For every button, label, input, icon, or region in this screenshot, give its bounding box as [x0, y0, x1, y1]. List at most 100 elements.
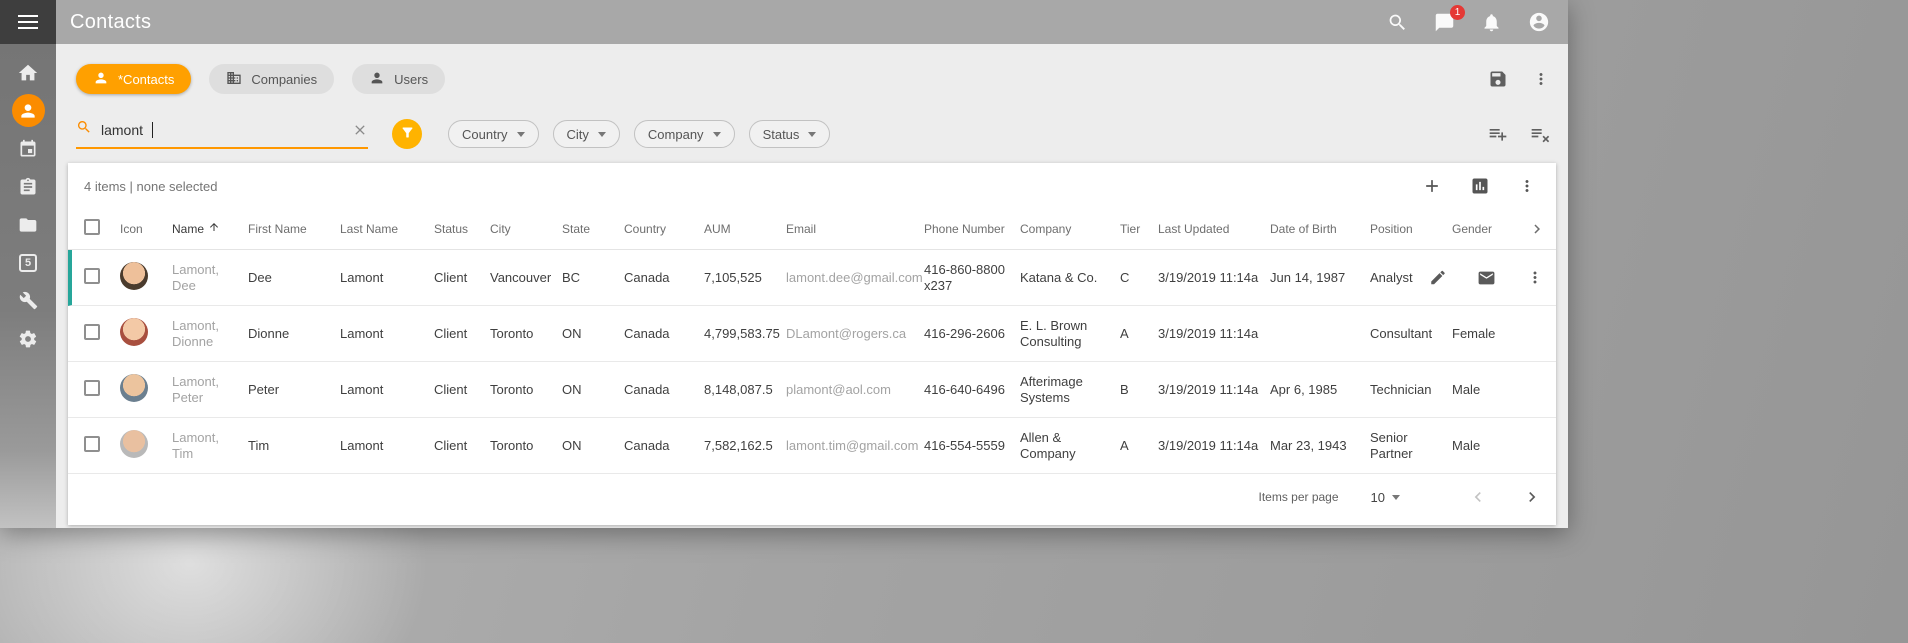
filter-button[interactable]	[392, 119, 422, 149]
filter-company-dropdown[interactable]: Company	[634, 120, 735, 148]
menu-icon[interactable]	[0, 0, 56, 44]
cell-state: ON	[562, 326, 624, 342]
col-header-position[interactable]: Position	[1370, 221, 1452, 237]
select-all-checkbox[interactable]	[84, 219, 100, 235]
contacts-icon[interactable]	[12, 94, 45, 127]
col-header-tier[interactable]: Tier	[1120, 221, 1158, 237]
col-header-last-name[interactable]: Last Name	[340, 221, 434, 237]
topbar-actions: 1	[1387, 11, 1568, 33]
cell-email: plamont@aol.com	[786, 382, 924, 398]
notifications-icon[interactable]	[1481, 12, 1502, 33]
table-row[interactable]: Lamont, Dee Dee Lamont Client Vancouver …	[68, 250, 1556, 306]
col-header-name[interactable]: Name	[172, 221, 248, 237]
cell-last-name: Lamont	[340, 438, 434, 454]
cell-phone: 416-640-6496	[924, 382, 1020, 398]
avatar	[120, 374, 148, 402]
calendar-icon[interactable]	[12, 132, 45, 165]
card-actions	[1422, 176, 1540, 196]
tasks-icon[interactable]	[12, 170, 45, 203]
filter-status-dropdown[interactable]: Status	[749, 120, 831, 148]
chevron-down-icon	[517, 132, 525, 137]
mail-icon[interactable]	[1477, 268, 1496, 287]
col-header-gender[interactable]: Gender	[1452, 221, 1516, 237]
chart-icon[interactable]	[1470, 176, 1490, 196]
chat-badge: 1	[1450, 5, 1465, 20]
chip-label: City	[567, 127, 589, 142]
cell-dob: Apr 6, 1985	[1270, 382, 1370, 398]
row-checkbox[interactable]	[84, 380, 100, 396]
cell-last-name: Lamont	[340, 382, 434, 398]
gear-icon[interactable]	[12, 322, 45, 355]
cell-email: lamont.dee@gmail.com	[786, 270, 924, 286]
col-header-phone[interactable]: Phone Number	[924, 221, 1020, 237]
cell-phone: 416-860-8800 x237	[924, 262, 1020, 294]
row-actions	[1429, 268, 1544, 287]
app-window: Contacts 1	[0, 0, 1568, 528]
search-input[interactable]: lamont	[76, 119, 368, 149]
table-row[interactable]: Lamont, Tim Tim Lamont Client Toronto ON…	[68, 418, 1556, 474]
home-icon[interactable]	[12, 56, 45, 89]
cell-name: Lamont, Dionne	[172, 318, 248, 350]
prev-page-icon[interactable]	[1468, 487, 1488, 507]
cell-phone: 416-296-2606	[924, 326, 1020, 342]
cell-aum: 7,582,162.5	[704, 438, 786, 454]
selection-summary: 4 items | none selected	[84, 179, 217, 194]
col-header-dob[interactable]: Date of Birth	[1270, 221, 1370, 237]
cell-company: E. L. Brown Consulting	[1020, 318, 1120, 350]
more-vert-icon[interactable]	[1532, 70, 1550, 88]
col-header-state[interactable]: State	[562, 221, 624, 237]
col-header-country[interactable]: Country	[624, 221, 704, 237]
table-row[interactable]: Lamont, Peter Peter Lamont Client Toront…	[68, 362, 1556, 418]
row-checkbox[interactable]	[84, 436, 100, 452]
add-icon[interactable]	[1422, 176, 1442, 196]
table-row[interactable]: Lamont, Dionne Dionne Lamont Client Toro…	[68, 306, 1556, 362]
page-size-select[interactable]: 10	[1365, 489, 1406, 506]
chevron-down-icon	[808, 132, 816, 137]
col-header-aum[interactable]: AUM	[704, 221, 786, 237]
chat-icon[interactable]: 1	[1434, 12, 1455, 33]
wrench-icon[interactable]	[12, 284, 45, 317]
playlist-add-icon[interactable]	[1488, 124, 1508, 144]
playlist-remove-icon[interactable]	[1530, 124, 1550, 144]
col-header-company[interactable]: Company	[1020, 221, 1120, 237]
five-icon[interactable]	[12, 246, 45, 279]
edit-icon[interactable]	[1429, 268, 1447, 287]
main-content: *Contacts Companies Users	[56, 44, 1568, 528]
cell-last-updated: 3/19/2019 11:14a	[1158, 270, 1270, 286]
cell-country: Canada	[624, 382, 704, 398]
cell-dob: Jun 14, 1987	[1270, 270, 1370, 286]
cell-city: Toronto	[490, 382, 562, 398]
col-header-last-updated[interactable]: Last Updated	[1158, 221, 1270, 237]
filter-row: lamont Country City	[56, 119, 1568, 149]
col-header-first-name[interactable]: First Name	[248, 221, 340, 237]
row-checkbox[interactable]	[84, 268, 100, 284]
cell-phone: 416-554-5559	[924, 438, 1020, 454]
col-header-city[interactable]: City	[490, 221, 562, 237]
next-page-icon[interactable]	[1522, 487, 1542, 507]
cell-tier: C	[1120, 270, 1158, 286]
folder-icon[interactable]	[12, 208, 45, 241]
chip-label: Company	[648, 127, 704, 142]
col-header-email[interactable]: Email	[786, 221, 924, 237]
more-vert-icon[interactable]	[1526, 268, 1544, 287]
tab-users[interactable]: Users	[352, 64, 445, 94]
cell-last-updated: 3/19/2019 11:14a	[1158, 326, 1270, 342]
clear-search-icon[interactable]	[352, 122, 368, 138]
tab-contacts[interactable]: *Contacts	[76, 64, 191, 94]
chip-label: Country	[462, 127, 508, 142]
save-icon[interactable]	[1488, 69, 1508, 89]
filter-city-dropdown[interactable]: City	[553, 120, 620, 148]
cell-last-updated: 3/19/2019 11:14a	[1158, 438, 1270, 454]
tab-companies[interactable]: Companies	[209, 64, 334, 94]
account-icon[interactable]	[1528, 11, 1550, 33]
filter-country-dropdown[interactable]: Country	[448, 120, 539, 148]
row-checkbox[interactable]	[84, 324, 100, 340]
col-header-status[interactable]: Status	[434, 221, 490, 237]
scroll-columns-right-icon[interactable]	[1528, 220, 1546, 238]
cell-country: Canada	[624, 326, 704, 342]
chevron-down-icon	[713, 132, 721, 137]
cell-status: Client	[434, 382, 490, 398]
search-icon[interactable]	[1387, 12, 1408, 33]
cell-company: Allen & Company	[1020, 430, 1120, 462]
more-vert-icon[interactable]	[1518, 177, 1536, 195]
